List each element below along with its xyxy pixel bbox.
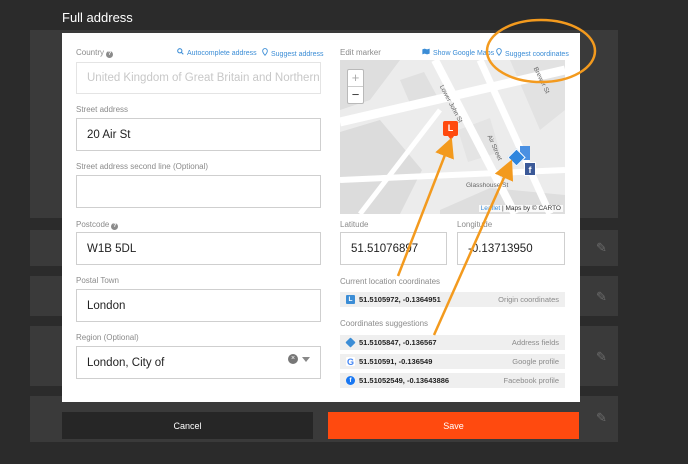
region-value: London, City of <box>87 356 165 369</box>
help-icon[interactable]: ? <box>111 223 119 230</box>
address-modal: Country? Autocomplete address Suggest ad… <box>62 33 580 402</box>
suggestion-row[interactable]: 51.5105847, -0.136567 Address fields <box>340 335 565 350</box>
postcode-label: Postcode? <box>76 220 119 230</box>
street-address-label: Street address <box>76 105 129 114</box>
location-pin-icon <box>496 48 502 58</box>
street-label: Glasshouse St <box>466 182 509 189</box>
region-label: Region (Optional) <box>76 333 139 342</box>
page-title: Full address <box>62 10 133 25</box>
map-icon <box>422 48 430 57</box>
google-icon: G <box>346 356 355 367</box>
autocomplete-address-link[interactable]: Autocomplete address <box>177 48 257 57</box>
marker-pointer <box>448 136 454 140</box>
coordinate-source: Origin coordinates <box>498 295 559 304</box>
coordinate-value: 51.5105847, -0.136567 <box>359 338 437 347</box>
cancel-button[interactable]: Cancel <box>62 412 313 439</box>
coordinate-value: 51.51052549, -0.13643886 <box>359 376 450 385</box>
postal-town-label: Postal Town <box>76 276 119 285</box>
chevron-down-icon[interactable] <box>302 357 310 362</box>
edit-pencil-icon: ✎ <box>596 349 607 364</box>
coordinate-source: Address fields <box>511 338 559 347</box>
region-select[interactable]: London, City of × <box>76 346 321 379</box>
search-icon <box>177 48 184 57</box>
suggestion-row[interactable]: f 51.51052549, -0.13643886 Facebook prof… <box>340 373 565 388</box>
latitude-label: Latitude <box>340 220 369 229</box>
edit-pencil-icon: ✎ <box>596 410 607 425</box>
edit-pencil-icon: ✎ <box>596 289 607 304</box>
street-address-input[interactable]: 20 Air St <box>76 118 321 151</box>
diamond-arrow-icon <box>345 337 356 348</box>
coordinate-value: 51.5105972, -0.1364951 <box>359 295 441 304</box>
edit-marker-label: Edit marker <box>340 48 381 57</box>
facebook-icon: f <box>346 376 355 385</box>
leaflet-link[interactable]: Leaflet <box>481 205 501 212</box>
location-pin-icon <box>262 48 268 58</box>
country-label: Country? <box>76 48 114 58</box>
map-view[interactable]: Lower John St Air Street Glasshouse St B… <box>340 60 565 214</box>
latitude-input[interactable]: 51.51076897 <box>340 232 447 265</box>
street-address-2-label: Street address second line (Optional) <box>76 162 209 171</box>
zoom-out-button[interactable]: − <box>348 87 363 104</box>
origin-pin-icon: L <box>346 295 355 304</box>
country-input[interactable]: United Kingdom of Great Britain and Nort… <box>76 62 321 94</box>
postcode-input[interactable]: W1B 5DL <box>76 232 321 265</box>
save-button[interactable]: Save <box>328 412 579 439</box>
coordinate-source: Google profile <box>512 357 559 366</box>
suggestion-row[interactable]: G 51.510591, -0.136549 Google profile <box>340 354 565 369</box>
zoom-control: + − <box>347 69 364 104</box>
coordinate-source: Facebook profile <box>503 376 559 385</box>
clear-icon[interactable]: × <box>288 354 298 364</box>
facebook-marker-icon[interactable]: f <box>524 162 536 176</box>
current-location-label: Current location coordinates <box>340 277 441 286</box>
attribution-text: | Maps by © CARTO <box>502 205 561 212</box>
help-icon[interactable]: ? <box>106 51 114 58</box>
longitude-label: Longitude <box>457 220 493 229</box>
coordinates-suggestions-label: Coordinates suggestions <box>340 319 429 328</box>
suggest-coordinates-link[interactable]: Suggest coordinates <box>496 48 569 58</box>
edit-pencil-icon: ✎ <box>596 240 607 255</box>
origin-marker-icon[interactable]: L <box>443 121 458 136</box>
show-google-maps-link[interactable]: Show Google Maps <box>422 48 494 57</box>
current-location-row[interactable]: L 51.5105972, -0.1364951 Origin coordina… <box>340 292 565 307</box>
zoom-in-button[interactable]: + <box>348 70 363 87</box>
map-attribution: Leaflet | Maps by © CARTO <box>478 205 563 212</box>
postal-town-input[interactable]: London <box>76 289 321 322</box>
suggest-address-link[interactable]: Suggest address <box>262 48 324 58</box>
street-address-2-input[interactable] <box>76 175 321 208</box>
coordinate-value: 51.510591, -0.136549 <box>359 357 433 366</box>
longitude-input[interactable]: -0.13713950 <box>457 232 565 265</box>
